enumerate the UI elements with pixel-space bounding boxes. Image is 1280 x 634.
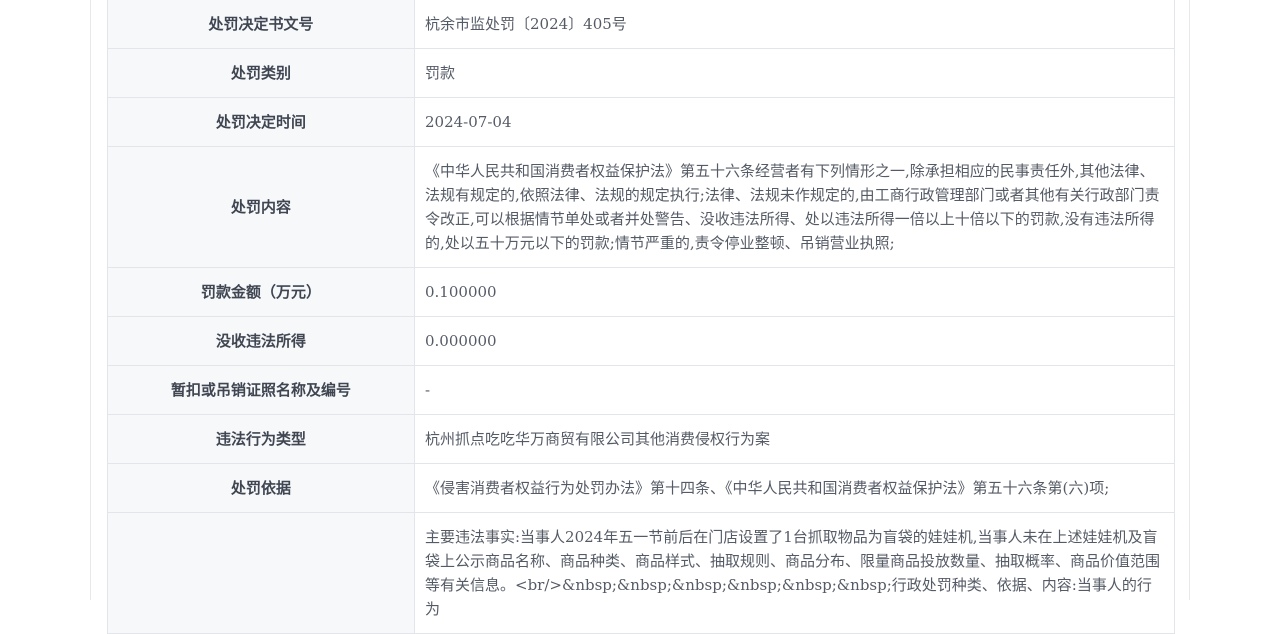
row-label [107,512,415,634]
table-row: 违法行为类型 杭州抓点吃吃华万商贸有限公司其他消费侵权行为案 [107,414,1175,464]
row-value: 0.100000 [414,267,1175,317]
row-value: - [414,365,1175,415]
table-row: 罚款金额（万元） 0.100000 [107,267,1175,317]
table-row: 主要违法事实:当事人2024年五一节前后在门店设置了1台抓取物品为盲袋的娃娃机,… [107,512,1175,634]
row-label: 处罚决定书文号 [107,0,415,49]
row-value: 杭州抓点吃吃华万商贸有限公司其他消费侵权行为案 [414,414,1175,464]
row-label: 处罚依据 [107,463,415,513]
penalty-info-table: 处罚决定书文号 杭余市监处罚〔2024〕405号 处罚类别 罚款 处罚决定时间 … [107,0,1175,634]
table-row: 处罚决定时间 2024-07-04 [107,97,1175,147]
table-row: 处罚内容 《中华人民共和国消费者权益保护法》第五十六条经营者有下列情形之一,除承… [107,146,1175,268]
row-label: 违法行为类型 [107,414,415,464]
table-row: 处罚依据 《侵害消费者权益行为处罚办法》第十四条、《中华人民共和国消费者权益保护… [107,463,1175,513]
row-value: 《中华人民共和国消费者权益保护法》第五十六条经营者有下列情形之一,除承担相应的民… [414,146,1175,268]
row-label: 没收违法所得 [107,316,415,366]
document-page: 处罚决定书文号 杭余市监处罚〔2024〕405号 处罚类别 罚款 处罚决定时间 … [90,0,1190,634]
table-row: 暂扣或吊销证照名称及编号 - [107,365,1175,415]
row-label: 罚款金额（万元） [107,267,415,317]
table-row: 处罚决定书文号 杭余市监处罚〔2024〕405号 [107,0,1175,49]
table-row: 没收违法所得 0.000000 [107,316,1175,366]
row-value: 罚款 [414,48,1175,98]
row-value: 0.000000 [414,316,1175,366]
row-label: 处罚内容 [107,146,415,268]
row-label: 暂扣或吊销证照名称及编号 [107,365,415,415]
row-value: 主要违法事实:当事人2024年五一节前后在门店设置了1台抓取物品为盲袋的娃娃机,… [414,512,1175,634]
row-value: 《侵害消费者权益行为处罚办法》第十四条、《中华人民共和国消费者权益保护法》第五十… [414,463,1175,513]
row-value: 2024-07-04 [414,97,1175,147]
table-row: 处罚类别 罚款 [107,48,1175,98]
row-label: 处罚决定时间 [107,97,415,147]
row-label: 处罚类别 [107,48,415,98]
row-value: 杭余市监处罚〔2024〕405号 [414,0,1175,49]
